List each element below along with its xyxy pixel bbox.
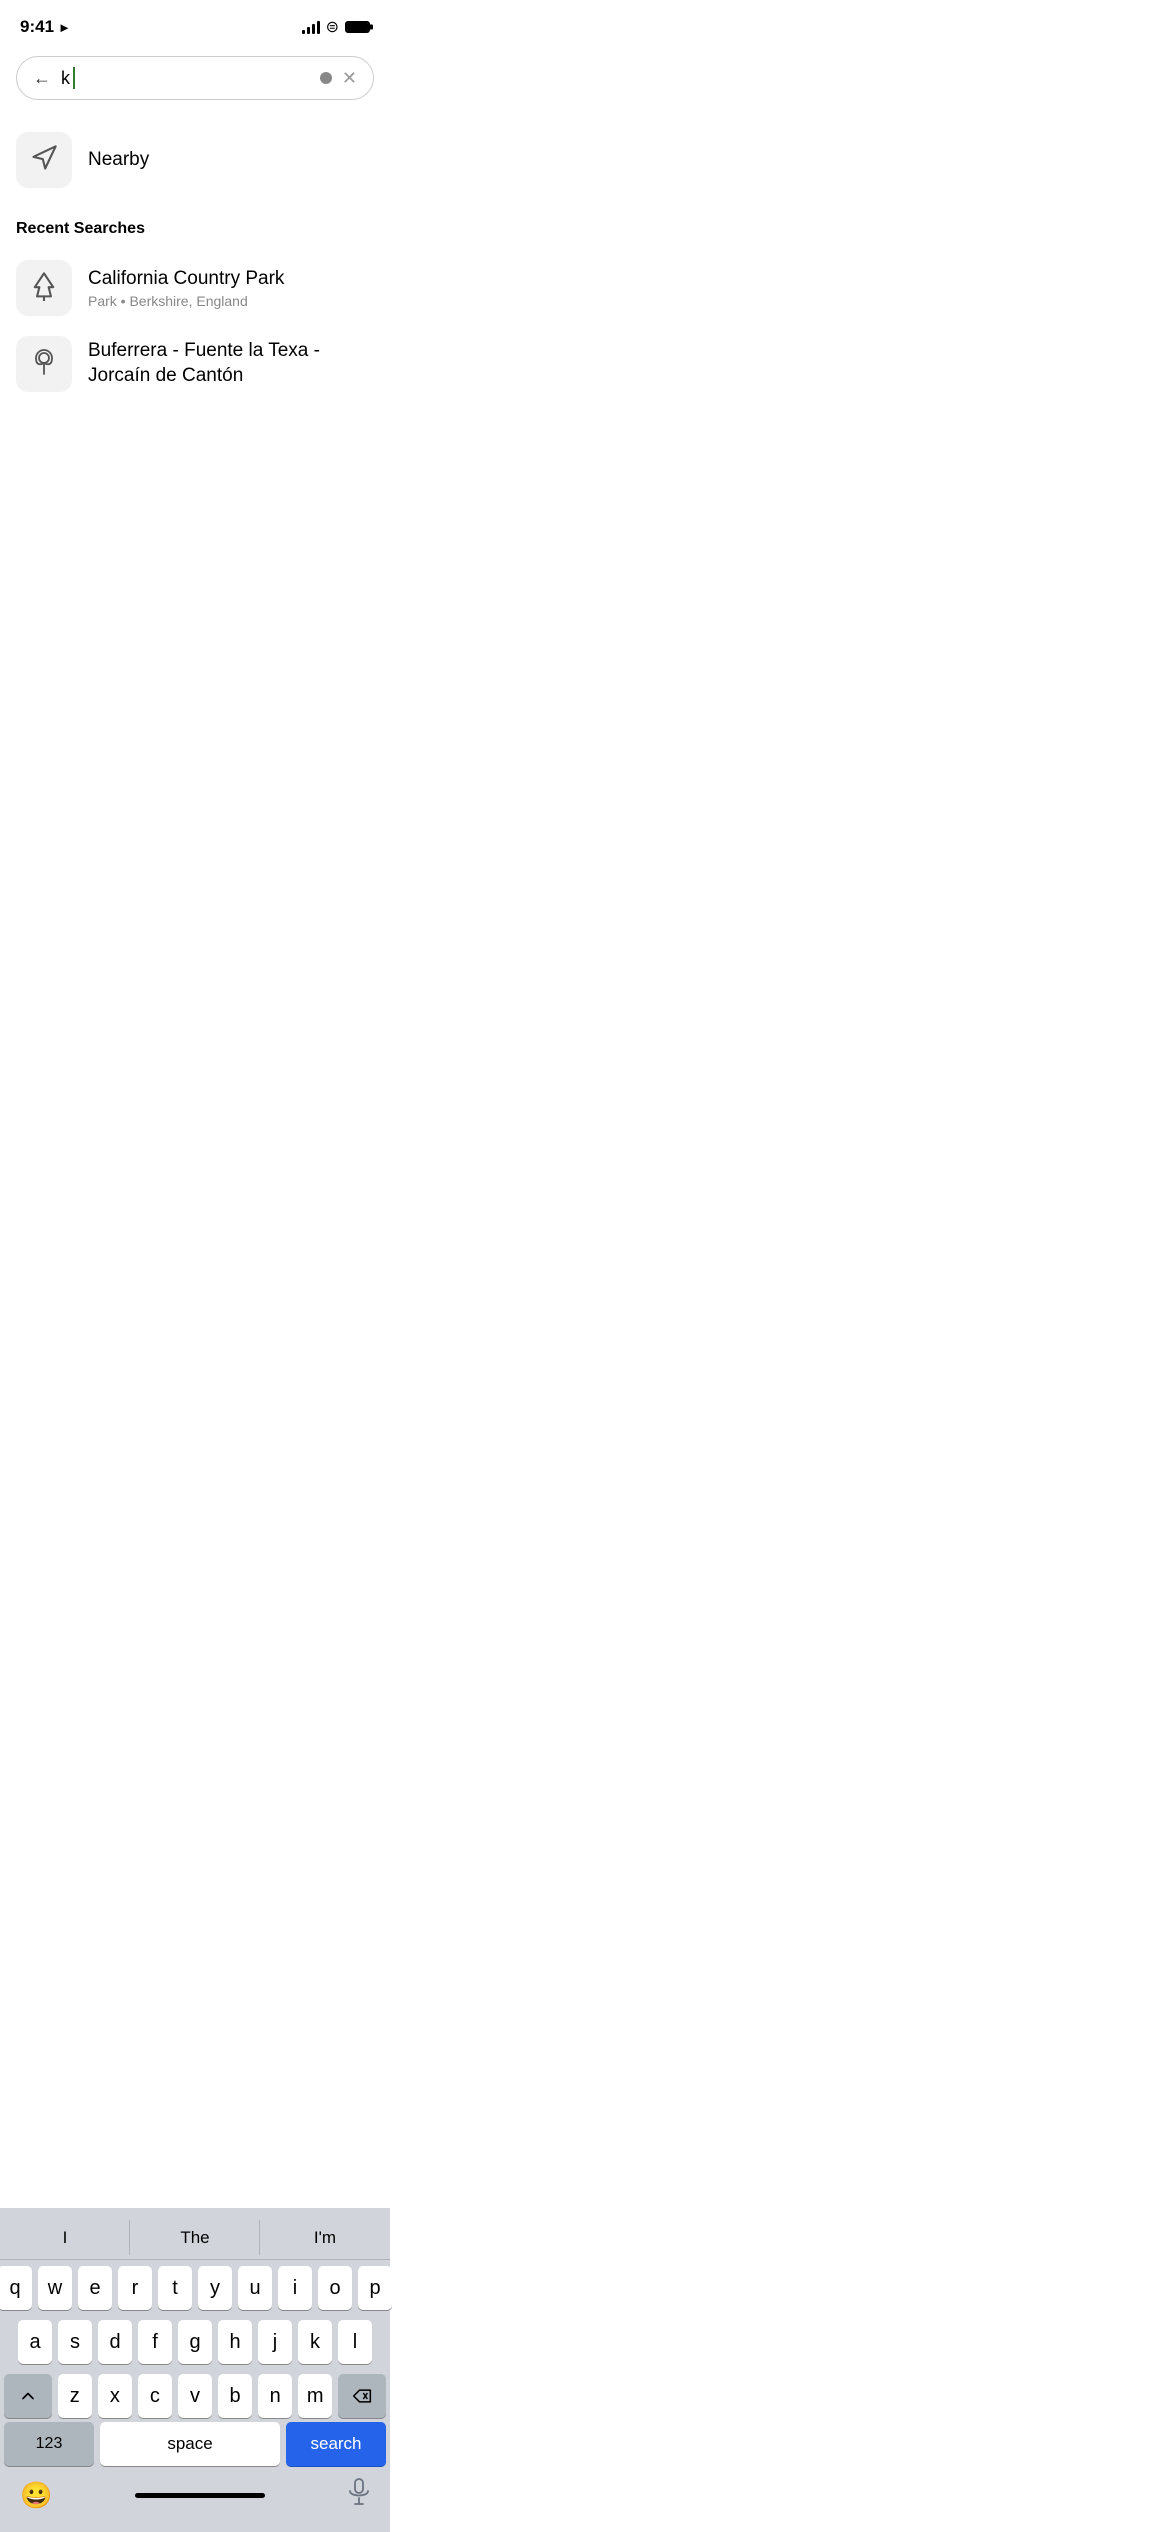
pin-icon — [32, 348, 56, 381]
key-o[interactable]: o — [318, 2266, 352, 2310]
keyboard: I The I'm q w e r t y u i o p a s d f g … — [0, 2208, 390, 2532]
backspace-key[interactable] — [338, 2374, 386, 2418]
key-n[interactable]: n — [258, 2374, 292, 2418]
shift-key[interactable] — [4, 2374, 52, 2418]
recent-item-name-0: California Country Park — [88, 267, 374, 292]
recent-item-name-1: Buferrera - Fuente la Texa - Jorcaín de … — [88, 339, 374, 388]
search-input-value: k — [61, 68, 70, 89]
nearby-icon-box — [16, 132, 72, 188]
key-y[interactable]: y — [198, 2266, 232, 2310]
autocomplete-item-0[interactable]: I — [0, 2216, 130, 2259]
key-x[interactable]: x — [98, 2374, 132, 2418]
status-icons: ⊜ — [302, 17, 370, 37]
key-s[interactable]: s — [58, 2320, 92, 2364]
recent-item-text-1: Buferrera - Fuente la Texa - Jorcaín de … — [88, 339, 374, 388]
numbers-key[interactable]: 123 — [4, 2422, 94, 2466]
key-b[interactable]: b — [218, 2374, 252, 2418]
autocomplete-item-1[interactable]: The — [130, 2216, 260, 2259]
key-e[interactable]: e — [78, 2266, 112, 2310]
key-row-1: q w e r t y u i o p — [4, 2266, 386, 2310]
key-l[interactable]: l — [338, 2320, 372, 2364]
key-u[interactable]: u — [238, 2266, 272, 2310]
key-row-2: a s d f g h j k l — [4, 2320, 386, 2364]
clear-button[interactable]: ✕ — [342, 68, 357, 89]
mic-dot — [320, 72, 332, 84]
recent-searches-title: Recent Searches — [16, 220, 374, 238]
key-z[interactable]: z — [58, 2374, 92, 2418]
nearby-label: Nearby — [88, 149, 149, 171]
recent-icon-box-0 — [16, 260, 72, 316]
location-icon: ► — [58, 20, 71, 35]
key-t[interactable]: t — [158, 2266, 192, 2310]
recent-item-sub-0: Park • Berkshire, England — [88, 293, 374, 309]
wifi-icon: ⊜ — [326, 17, 339, 37]
recent-searches-section: Recent Searches California Country Park … — [0, 212, 390, 402]
key-v[interactable]: v — [178, 2374, 212, 2418]
home-indicator — [135, 2493, 265, 2498]
autocomplete-item-2[interactable]: I'm — [260, 2216, 390, 2259]
key-r[interactable]: r — [118, 2266, 152, 2310]
search-bar[interactable]: ← k ✕ — [16, 56, 374, 100]
key-p[interactable]: p — [358, 2266, 392, 2310]
key-h[interactable]: h — [218, 2320, 252, 2364]
search-key[interactable]: search — [286, 2422, 386, 2466]
recent-item-0[interactable]: California Country Park Park • Berkshire… — [16, 250, 374, 326]
recent-item-text-0: California Country Park Park • Berkshire… — [88, 267, 374, 310]
key-row-3: z x c v b n m — [4, 2374, 386, 2418]
key-c[interactable]: c — [138, 2374, 172, 2418]
bottom-key-row: 123 space search — [0, 2422, 390, 2472]
status-bar: 9:41 ► ⊜ — [0, 0, 390, 48]
autocomplete-row: I The I'm — [0, 2216, 390, 2260]
extra-row: 😀 — [0, 2472, 390, 2532]
battery-icon — [345, 21, 370, 33]
nearby-item[interactable]: Nearby — [16, 124, 374, 196]
key-q[interactable]: q — [0, 2266, 32, 2310]
search-input[interactable]: k — [61, 67, 332, 89]
key-w[interactable]: w — [38, 2266, 72, 2310]
key-i[interactable]: i — [278, 2266, 312, 2310]
mic-button[interactable] — [348, 2478, 370, 2512]
key-d[interactable]: d — [98, 2320, 132, 2364]
recent-icon-box-1 — [16, 336, 72, 392]
key-k[interactable]: k — [298, 2320, 332, 2364]
navigation-icon — [30, 144, 58, 177]
key-f[interactable]: f — [138, 2320, 172, 2364]
key-a[interactable]: a — [18, 2320, 52, 2364]
search-bar-container: ← k ✕ — [0, 48, 390, 116]
key-m[interactable]: m — [298, 2374, 332, 2418]
back-button[interactable]: ← — [33, 68, 51, 89]
space-key[interactable]: space — [100, 2422, 280, 2466]
status-time: 9:41 ► — [20, 17, 71, 37]
recent-item-1[interactable]: Buferrera - Fuente la Texa - Jorcaín de … — [16, 326, 374, 402]
key-j[interactable]: j — [258, 2320, 292, 2364]
text-cursor — [73, 67, 75, 89]
signal-icon — [302, 20, 320, 34]
key-g[interactable]: g — [178, 2320, 212, 2364]
nearby-section: Nearby — [0, 116, 390, 212]
keys-area: q w e r t y u i o p a s d f g h j k l — [0, 2260, 390, 2422]
tree-icon — [30, 271, 58, 306]
emoji-button[interactable]: 😀 — [20, 2480, 52, 2511]
